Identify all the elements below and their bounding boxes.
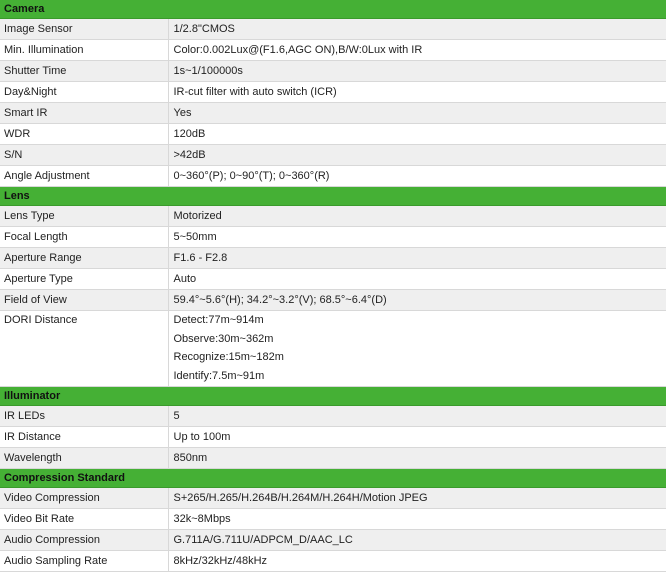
section-header: Illuminator xyxy=(0,386,666,406)
spec-value: 0~360°(P); 0~90°(T); 0~360°(R) xyxy=(167,165,666,187)
spec-row: Focal Length 5~50mm xyxy=(0,226,666,248)
spec-label: Angle Adjustment xyxy=(0,165,168,187)
spec-value: 5~50mm xyxy=(167,226,666,248)
spec-label: Field of View xyxy=(0,289,168,311)
spec-row: DORI Distance Detect:77m~914m Observe:30m~… xyxy=(0,310,666,387)
spec-label: IR LEDs xyxy=(0,405,168,427)
spec-value: Up to 100m xyxy=(167,426,666,448)
spec-label: S/N xyxy=(0,144,168,166)
spec-value: G.711A/G.711U/ADPCM_D/AAC_LC xyxy=(167,529,666,551)
spec-value: Color:0.002Lux@(F1.6,AGC ON),B/W:0Lux wi… xyxy=(167,39,666,61)
spec-row: Lens Type Motorized xyxy=(0,205,666,227)
spec-label: Focal Length xyxy=(0,226,168,248)
spec-row: Audio Sampling Rate 8kHz/32kHz/48kHz xyxy=(0,550,666,572)
spec-row: Min. Illumination Color:0.002Lux@(F1.6,AG… xyxy=(0,39,666,61)
spec-row: Aperture Range F1.6 - F2.8 xyxy=(0,247,666,269)
spec-value: 850nm xyxy=(167,447,666,469)
spec-value: 5 xyxy=(167,405,666,427)
spec-value: Auto xyxy=(167,268,666,290)
spec-label: Smart IR xyxy=(0,102,168,124)
spec-value: 8kHz/32kHz/48kHz xyxy=(167,550,666,572)
spec-value: 1/2.8"CMOS xyxy=(167,18,666,40)
spec-row: Day&Night IR-cut filter with auto switch … xyxy=(0,81,666,103)
spec-row: Field of View 59.4°~5.6°(H); 34.2°~3.2°(V… xyxy=(0,289,666,311)
spec-table: Camera Image Sensor 1/2.8"CMOS Min. Illumin… xyxy=(0,0,666,572)
spec-value: Detect:77m~914m Observe:30m~362m Recognize… xyxy=(167,310,666,387)
spec-value: Motorized xyxy=(167,205,666,227)
spec-row: Wavelength 850nm xyxy=(0,447,666,469)
spec-label: Day&Night xyxy=(0,81,168,103)
spec-label: WDR xyxy=(0,123,168,145)
spec-label: IR Distance xyxy=(0,426,168,448)
spec-value: 120dB xyxy=(167,123,666,145)
spec-value-line: Recognize:15m~182m xyxy=(173,351,284,364)
spec-row: Video Bit Rate 32k~8Mbps xyxy=(0,508,666,530)
spec-row: S/N >42dB xyxy=(0,144,666,166)
section-header: Compression Standard xyxy=(0,468,666,488)
spec-label: Lens Type xyxy=(0,205,168,227)
spec-row: WDR 120dB xyxy=(0,123,666,145)
spec-value: IR-cut filter with auto switch (ICR) xyxy=(167,81,666,103)
spec-row: Angle Adjustment 0~360°(P); 0~90°(T); 0~3… xyxy=(0,165,666,187)
spec-label: Video Bit Rate xyxy=(0,508,168,530)
spec-label: Shutter Time xyxy=(0,60,168,82)
section-header: Lens xyxy=(0,186,666,206)
spec-value-line: Identify:7.5m~91m xyxy=(173,370,265,383)
spec-label: Video Compression xyxy=(0,487,168,509)
section-title: Lens xyxy=(0,186,666,206)
spec-value-line: Detect:77m~914m xyxy=(173,314,264,326)
spec-label: Wavelength xyxy=(0,447,168,469)
spec-row: Shutter Time 1s~1/100000s xyxy=(0,60,666,82)
spec-value: >42dB xyxy=(167,144,666,166)
spec-row: IR Distance Up to 100m xyxy=(0,426,666,448)
spec-row: Audio Compression G.711A/G.711U/ADPCM_D/A… xyxy=(0,529,666,551)
spec-row: Aperture Type Auto xyxy=(0,268,666,290)
section-header: Camera xyxy=(0,0,666,19)
spec-value: F1.6 - F2.8 xyxy=(167,247,666,269)
section-title: Illuminator xyxy=(0,386,666,406)
section-title: Compression Standard xyxy=(0,468,666,488)
spec-row: Video Compression S+265/H.265/H.264B/H.26… xyxy=(0,487,666,509)
section-title: Camera xyxy=(0,0,666,19)
spec-value: 32k~8Mbps xyxy=(167,508,666,530)
spec-label: DORI Distance xyxy=(0,310,168,387)
spec-value: S+265/H.265/H.264B/H.264M/H.264H/Motion … xyxy=(167,487,666,509)
spec-label: Aperture Range xyxy=(0,247,168,269)
spec-value: 59.4°~5.6°(H); 34.2°~3.2°(V); 68.5°~6.4°… xyxy=(167,289,666,311)
spec-label: Audio Compression xyxy=(0,529,168,551)
spec-label: Audio Sampling Rate xyxy=(0,550,168,572)
spec-value-line: Observe:30m~362m xyxy=(173,332,274,345)
spec-row: Image Sensor 1/2.8"CMOS xyxy=(0,18,666,40)
spec-label: Image Sensor xyxy=(0,18,168,40)
spec-row: IR LEDs 5 xyxy=(0,405,666,427)
spec-label: Min. Illumination xyxy=(0,39,168,61)
spec-row: Smart IR Yes xyxy=(0,102,666,124)
spec-label: Aperture Type xyxy=(0,268,168,290)
spec-value: 1s~1/100000s xyxy=(167,60,666,82)
spec-value: Yes xyxy=(167,102,666,124)
spec-table-body: Camera Image Sensor 1/2.8"CMOS Min. Illumin… xyxy=(0,0,666,572)
